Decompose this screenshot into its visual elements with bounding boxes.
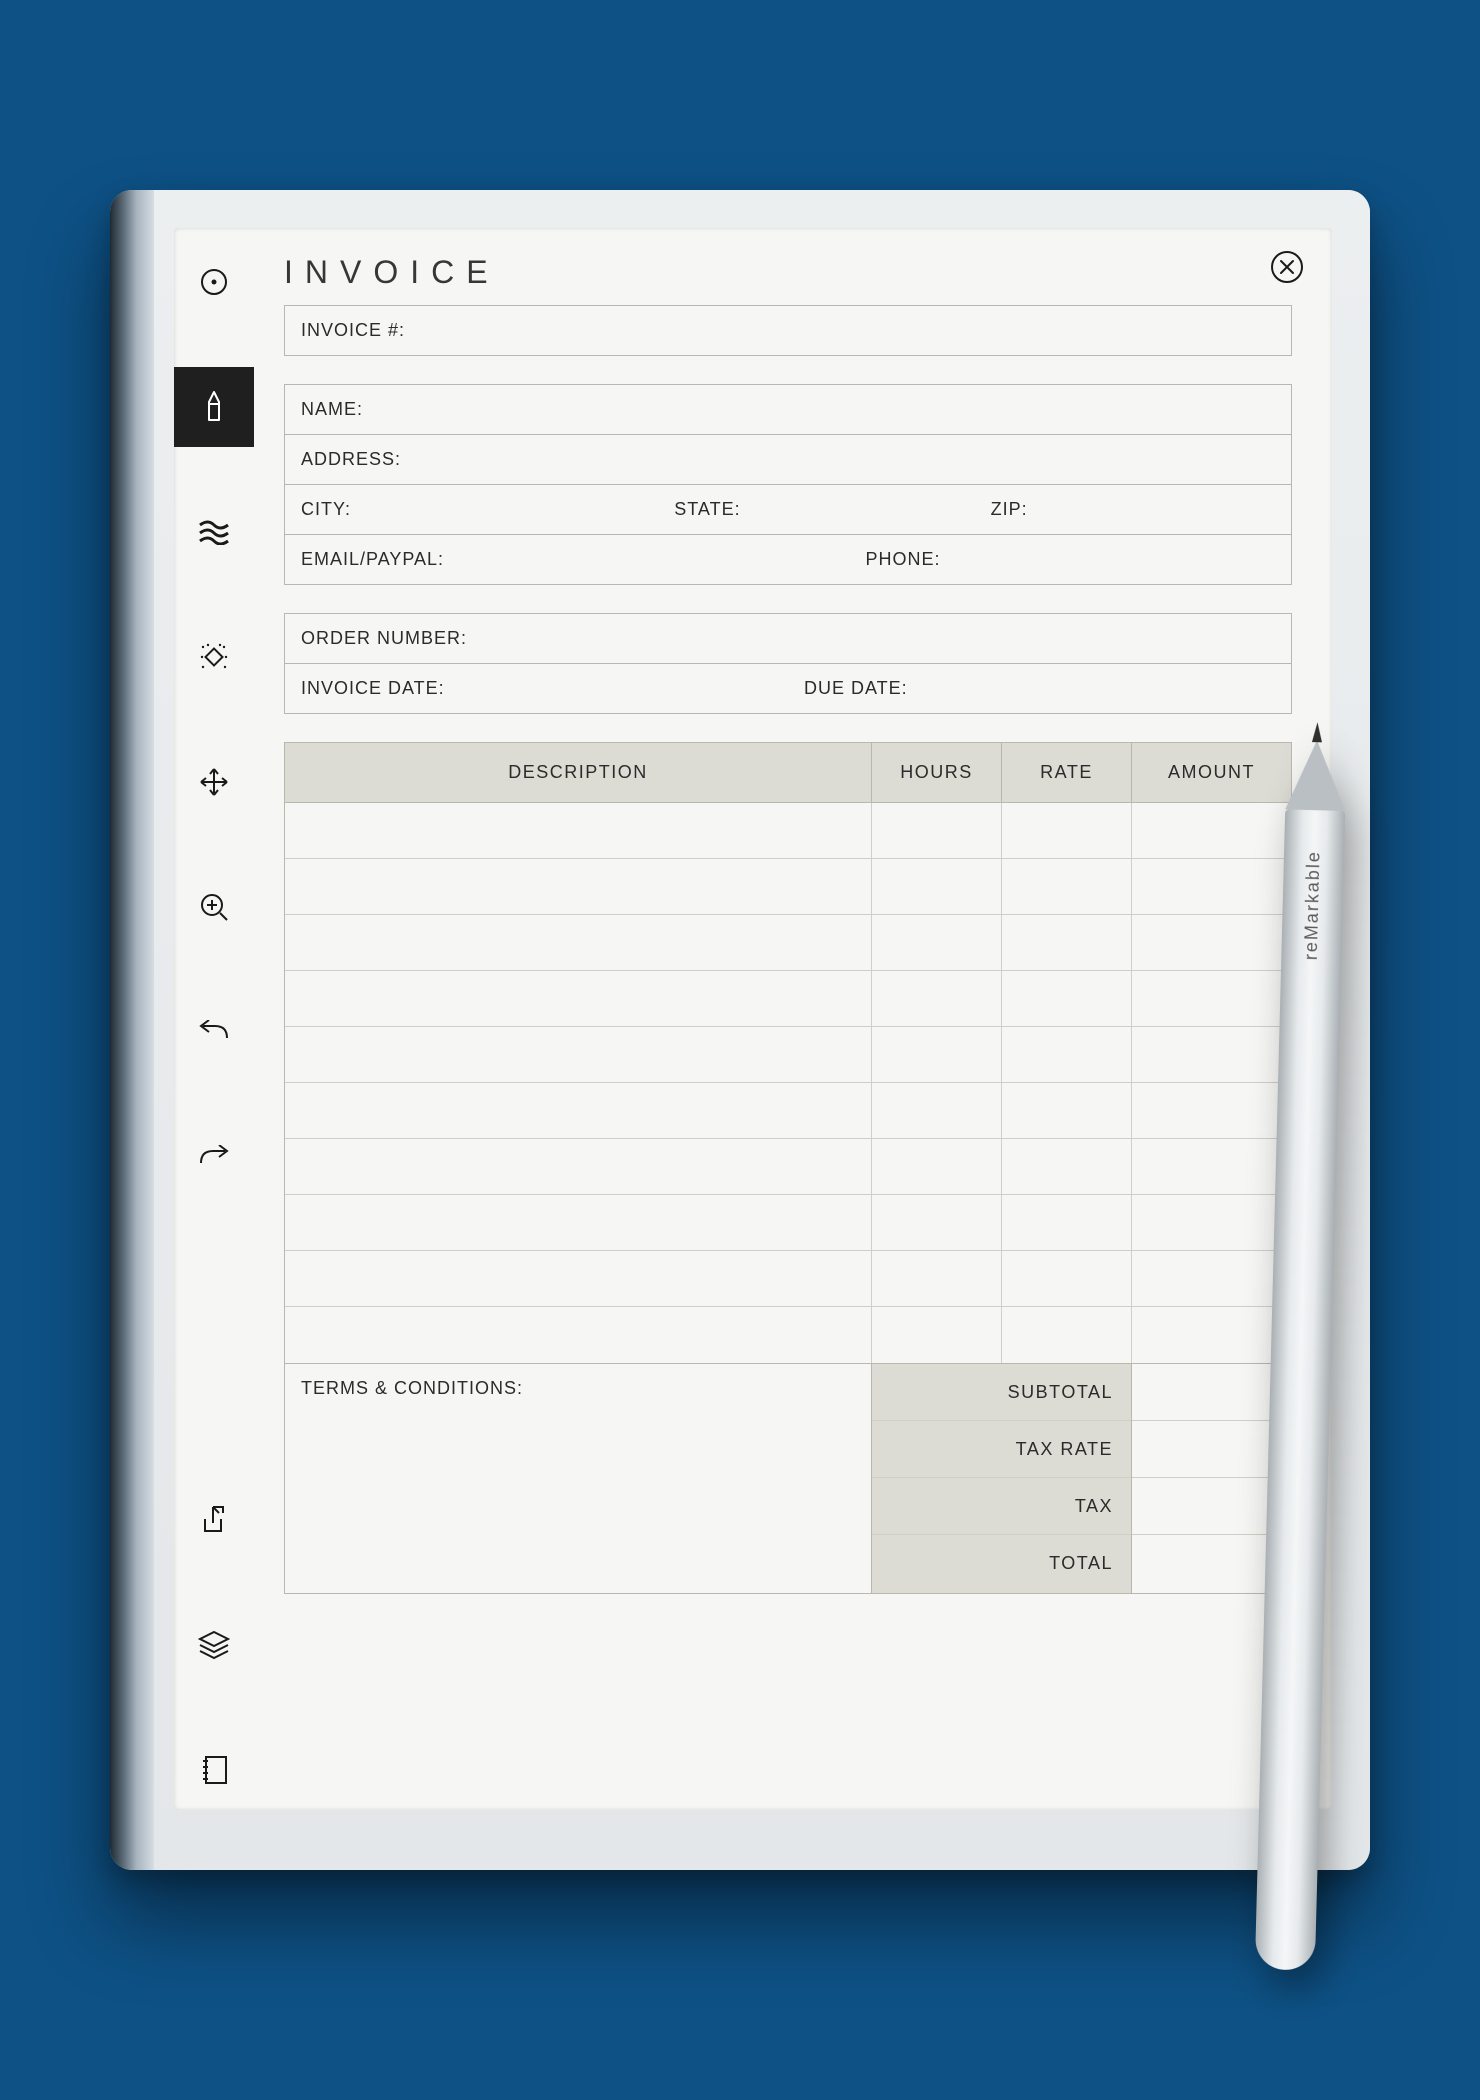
- terms-label: TERMS & CONDITIONS:: [285, 1364, 871, 1593]
- toolbar: [174, 228, 254, 1810]
- device-spine: [110, 190, 154, 1870]
- notebook-tool[interactable]: [174, 1730, 254, 1810]
- device-body: INVOICE INVOICE #: NAME: ADDRESS: CITY: …: [154, 190, 1370, 1870]
- header-hours: HOURS: [871, 743, 1001, 802]
- table-row[interactable]: [285, 803, 1291, 859]
- invoice-number-box: INVOICE #:: [284, 305, 1292, 356]
- totals-block: SUBTOTAL TAX RATE TAX TOTAL: [871, 1364, 1291, 1593]
- table-footer: TERMS & CONDITIONS: SUBTOTAL TAX RATE TA…: [285, 1363, 1291, 1593]
- table-row[interactable]: [285, 971, 1291, 1027]
- subtotal-label: SUBTOTAL: [872, 1364, 1131, 1421]
- invoice-date-label: INVOICE DATE:: [285, 664, 788, 713]
- redo-tool[interactable]: [174, 1117, 254, 1197]
- line-items-table: DESCRIPTION HOURS RATE AMOUNT TERMS & CO…: [284, 742, 1292, 1594]
- subtotal-value[interactable]: [1132, 1364, 1291, 1421]
- table-row[interactable]: [285, 1139, 1291, 1195]
- email-label: EMAIL/PAYPAL:: [285, 535, 849, 584]
- city-label: CITY:: [285, 485, 658, 534]
- export-tool[interactable]: [174, 1480, 254, 1560]
- highlighter-icon: [198, 519, 230, 545]
- table-row[interactable]: [285, 1027, 1291, 1083]
- table-row[interactable]: [285, 915, 1291, 971]
- total-label: TOTAL: [872, 1535, 1131, 1592]
- tax-rate-value[interactable]: [1132, 1421, 1291, 1478]
- zoom-icon: [198, 891, 230, 923]
- order-box: ORDER NUMBER: INVOICE DATE: DUE DATE:: [284, 613, 1292, 714]
- header-description: DESCRIPTION: [285, 762, 871, 783]
- table-row[interactable]: [285, 1251, 1291, 1307]
- name-label: NAME:: [285, 385, 1291, 434]
- pen-tool[interactable]: [174, 367, 254, 447]
- eink-screen: INVOICE INVOICE #: NAME: ADDRESS: CITY: …: [174, 228, 1332, 1810]
- total-value[interactable]: [1132, 1535, 1291, 1592]
- eraser-tool[interactable]: [174, 617, 254, 697]
- totals-values: [1131, 1364, 1291, 1593]
- document-canvas[interactable]: INVOICE INVOICE #: NAME: ADDRESS: CITY: …: [254, 228, 1332, 1810]
- table-header: DESCRIPTION HOURS RATE AMOUNT: [285, 743, 1291, 803]
- order-number-label: ORDER NUMBER:: [285, 614, 1291, 663]
- zoom-tool[interactable]: [174, 867, 254, 947]
- tax-rate-label: TAX RATE: [872, 1421, 1131, 1478]
- header-rate: RATE: [1001, 743, 1131, 802]
- menu-icon: [199, 267, 229, 297]
- header-amount: AMOUNT: [1131, 743, 1291, 802]
- pen-icon: [199, 390, 229, 424]
- tax-value[interactable]: [1132, 1478, 1291, 1535]
- customer-box: NAME: ADDRESS: CITY: STATE: ZIP: EMAIL/P…: [284, 384, 1292, 585]
- table-row[interactable]: [285, 1083, 1291, 1139]
- eraser-icon: [198, 641, 230, 673]
- invoice-number-label: INVOICE #:: [285, 306, 1291, 355]
- redo-icon: [197, 1145, 231, 1169]
- layers-tool[interactable]: [174, 1605, 254, 1685]
- table-row[interactable]: [285, 1195, 1291, 1251]
- table-row[interactable]: [285, 1307, 1291, 1363]
- address-label: ADDRESS:: [285, 435, 1291, 484]
- highlighter-tool[interactable]: [174, 492, 254, 572]
- close-button[interactable]: [1270, 250, 1304, 284]
- tax-label: TAX: [872, 1478, 1131, 1535]
- close-icon: [1270, 250, 1304, 284]
- move-icon: [198, 766, 230, 798]
- state-label: STATE:: [658, 485, 974, 534]
- move-tool[interactable]: [174, 742, 254, 822]
- phone-label: PHONE:: [849, 535, 1291, 584]
- zip-label: ZIP:: [975, 485, 1291, 534]
- undo-tool[interactable]: [174, 992, 254, 1072]
- table-row[interactable]: [285, 859, 1291, 915]
- layers-icon: [198, 1630, 230, 1660]
- tablet-device: INVOICE INVOICE #: NAME: ADDRESS: CITY: …: [110, 190, 1370, 1870]
- totals-labels: SUBTOTAL TAX RATE TAX TOTAL: [871, 1364, 1131, 1593]
- due-date-label: DUE DATE:: [788, 664, 1291, 713]
- undo-icon: [197, 1020, 231, 1044]
- menu-tool[interactable]: [174, 242, 254, 322]
- export-icon: [199, 1505, 229, 1535]
- table-body: [285, 803, 1291, 1363]
- page-title: INVOICE: [284, 254, 1292, 291]
- notebook-icon: [200, 1754, 228, 1786]
